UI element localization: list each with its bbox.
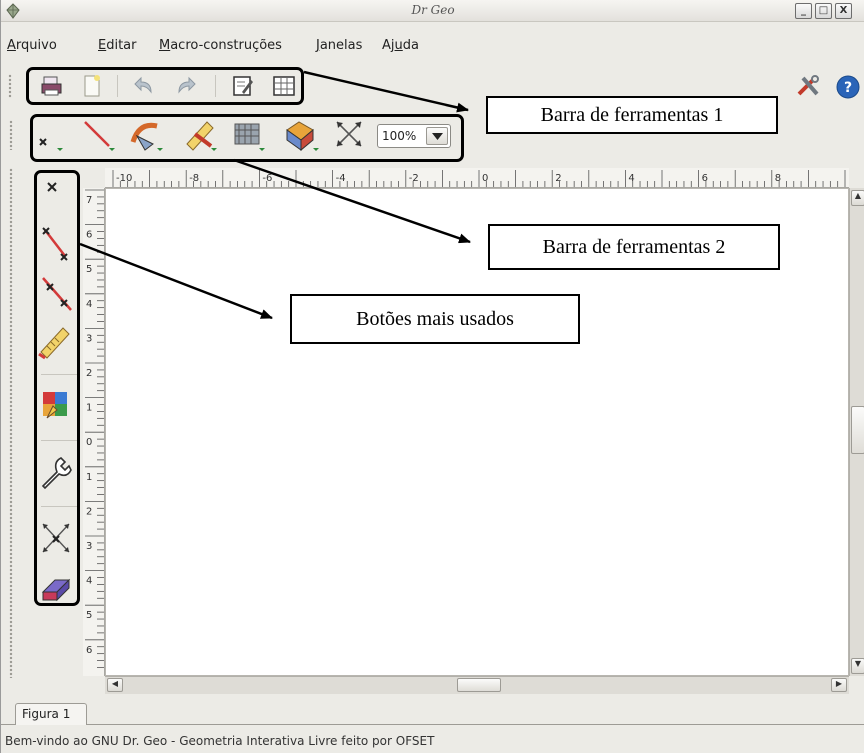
- ruler-label: 4: [628, 173, 634, 184]
- minimize-button[interactable]: _: [795, 3, 812, 19]
- menu-janelas[interactable]: Janelas: [316, 38, 362, 53]
- ruler-label: 10: [848, 173, 849, 184]
- ruler-label: -8: [189, 173, 199, 184]
- ruler-label: 4: [86, 576, 92, 587]
- scroll-right-button[interactable]: ▶: [831, 678, 847, 692]
- horizontal-scrollbar[interactable]: ◀ ▶: [105, 676, 849, 694]
- tab-label: Figura 1: [22, 707, 71, 721]
- svg-text:?: ?: [844, 80, 852, 96]
- help-icon[interactable]: ?: [835, 74, 861, 100]
- vertical-ruler-ticks: 7 6 5 4 3 2 1 0 1 2 3 4 5 6: [85, 189, 104, 668]
- ruler-label: -2: [409, 173, 419, 184]
- window-title: Dr Geo: [411, 3, 455, 17]
- menu-bar: Arquivo Editar Macro-construções Janelas…: [1, 22, 864, 62]
- callout-toolbar-2: Barra de ferramentas 2: [488, 224, 780, 270]
- common-tools-highlight: [34, 170, 80, 606]
- maximize-button[interactable]: □: [815, 3, 832, 19]
- ruler-label: 6: [86, 645, 92, 656]
- ruler-label: 0: [482, 173, 488, 184]
- ruler-label: 2: [555, 173, 561, 184]
- ruler-label: 2: [86, 368, 92, 379]
- ruler-label: -10: [116, 173, 132, 184]
- horizontal-scroll-thumb[interactable]: [457, 678, 501, 692]
- vertical-ruler: 7 6 5 4 3 2 1 0 1 2 3 4 5 6: [83, 188, 105, 676]
- callout-toolbar-1: Barra de ferramentas 1: [486, 96, 778, 134]
- tab-baseline: [1, 724, 864, 725]
- ruler-label: 1: [86, 403, 92, 414]
- ruler-label: 0: [86, 437, 92, 448]
- ruler-label: 5: [86, 264, 92, 275]
- vertical-scroll-thumb[interactable]: [851, 406, 864, 454]
- ruler-label: 1: [86, 472, 92, 483]
- toolbar-1-grip[interactable]: [8, 74, 12, 98]
- toolbar-2-highlight: [30, 114, 464, 162]
- horizontal-ruler-ticks: -10 -8 -6 -4 -2 0 2 4 6 8 10: [112, 170, 849, 187]
- ruler-label: 7: [86, 195, 92, 206]
- scroll-up-button[interactable]: ▲: [851, 190, 864, 206]
- ruler-label: 8: [775, 173, 781, 184]
- toolbar-2-grip[interactable]: [9, 120, 13, 150]
- close-button[interactable]: X: [835, 3, 852, 19]
- menu-macro-construcoes[interactable]: Macro-construções: [159, 38, 282, 53]
- menu-arquivo[interactable]: Arquivo: [7, 38, 57, 53]
- ruler-label: 3: [86, 541, 92, 552]
- scroll-left-button[interactable]: ◀: [107, 678, 123, 692]
- left-toolbar-grip[interactable]: [9, 168, 13, 678]
- ruler-label: 6: [702, 173, 708, 184]
- toolbar-1-highlight: [26, 67, 304, 105]
- ruler-label: 3: [86, 333, 92, 344]
- horizontal-ruler: -10 -8 -6 -4 -2 0 2 4 6 8 10: [105, 168, 849, 188]
- tab-figura-1[interactable]: Figura 1: [15, 703, 87, 725]
- ruler-label: -6: [262, 173, 272, 184]
- ruler-label: -4: [336, 173, 346, 184]
- status-bar-text: Bem-vindo ao GNU Dr. Geo - Geometria Int…: [5, 734, 435, 748]
- scroll-down-button[interactable]: ▼: [851, 658, 864, 674]
- ruler-label: 6: [86, 230, 92, 241]
- menu-ajuda[interactable]: Ajuda: [382, 38, 419, 53]
- ruler-label: 5: [86, 610, 92, 621]
- ruler-label: 4: [86, 299, 92, 310]
- title-bar[interactable]: Dr Geo _ □ X: [1, 0, 864, 22]
- callout-common-buttons: Botões mais usados: [290, 294, 580, 344]
- preferences-icon[interactable]: [795, 74, 823, 100]
- vertical-scrollbar[interactable]: ▲ ▼: [849, 188, 864, 676]
- ruler-label: 2: [86, 506, 92, 517]
- menu-editar[interactable]: Editar: [98, 38, 137, 53]
